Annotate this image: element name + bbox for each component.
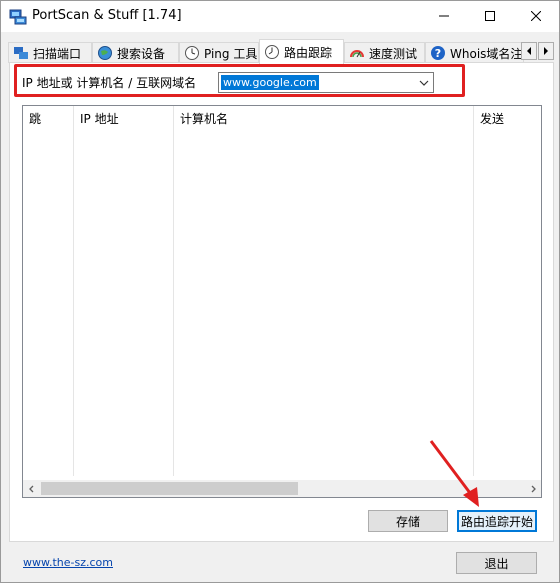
tab-scroll-right-button[interactable]	[538, 42, 554, 60]
column-header-hostname[interactable]: 计算机名	[174, 106, 474, 132]
annotation-highlight-box	[14, 64, 465, 97]
tab-trace-route[interactable]: 路由跟踪	[259, 39, 344, 64]
column-header-sent[interactable]: 发送	[474, 106, 541, 132]
globe-icon	[98, 46, 112, 60]
tab-label: 搜索设备	[117, 46, 166, 61]
window-title: PortScan & Stuff [1.74]	[32, 8, 182, 23]
save-button[interactable]: 存储	[368, 510, 448, 532]
ping-clock-icon	[185, 46, 199, 60]
speedometer-icon	[350, 50, 364, 58]
chevron-right-icon	[531, 485, 536, 492]
column-divider	[173, 106, 174, 476]
network-icon	[14, 47, 28, 59]
tab-whois[interactable]: ? Whois域名注	[425, 42, 524, 63]
maximize-icon	[485, 11, 495, 21]
tab-speed-test[interactable]: 速度测试	[344, 42, 425, 63]
tab-label: 扫描端口	[33, 46, 82, 61]
tab-label: Ping 工具	[204, 46, 258, 61]
annotation-arrow	[429, 440, 479, 507]
minimize-button[interactable]	[421, 1, 467, 31]
chevron-right-icon	[544, 47, 548, 55]
trace-clock-icon	[265, 45, 279, 59]
tab-ping-tool[interactable]: Ping 工具	[179, 42, 259, 63]
column-header-hop[interactable]: 跳	[23, 106, 73, 132]
scroll-right-button[interactable]	[524, 480, 541, 497]
column-header-ip[interactable]: IP 地址	[74, 106, 174, 132]
tab-scan-ports[interactable]: 扫描端口	[8, 42, 92, 63]
column-divider	[473, 106, 474, 476]
close-button[interactable]	[513, 1, 559, 31]
list-header: 跳 IP 地址 计算机名 发送	[23, 106, 541, 132]
close-icon	[531, 11, 541, 21]
help-circle-icon: ?	[431, 46, 445, 60]
chevron-left-icon	[28, 485, 33, 492]
maximize-button[interactable]	[467, 1, 513, 31]
tab-strip: 扫描端口 搜索设备 Ping 工具 路由跟踪 速度测试 ? Whois域名注	[6, 39, 556, 64]
tab-label: 速度测试	[369, 46, 418, 61]
app-window: PortScan & Stuff [1.74] 扫描端口 搜索设备 Ping 工…	[0, 0, 560, 583]
tab-label: 路由跟踪	[284, 45, 333, 60]
column-divider	[73, 106, 74, 476]
minimize-icon	[439, 15, 449, 17]
app-network-icon	[9, 9, 27, 25]
tab-scroll-left-button[interactable]	[521, 42, 537, 60]
tab-label: Whois域名注	[450, 46, 523, 61]
scrollbar-thumb[interactable]	[41, 482, 298, 495]
exit-button[interactable]: 退出	[456, 552, 537, 574]
start-trace-button[interactable]: 路由追踪开始	[457, 510, 537, 532]
scroll-left-button[interactable]	[23, 480, 40, 497]
tab-search-devices[interactable]: 搜索设备	[92, 42, 179, 63]
title-bar[interactable]: PortScan & Stuff [1.74]	[1, 1, 559, 32]
chevron-left-icon	[527, 47, 531, 55]
svg-text:?: ?	[435, 47, 441, 60]
website-link[interactable]: www.the-sz.com	[23, 556, 113, 569]
